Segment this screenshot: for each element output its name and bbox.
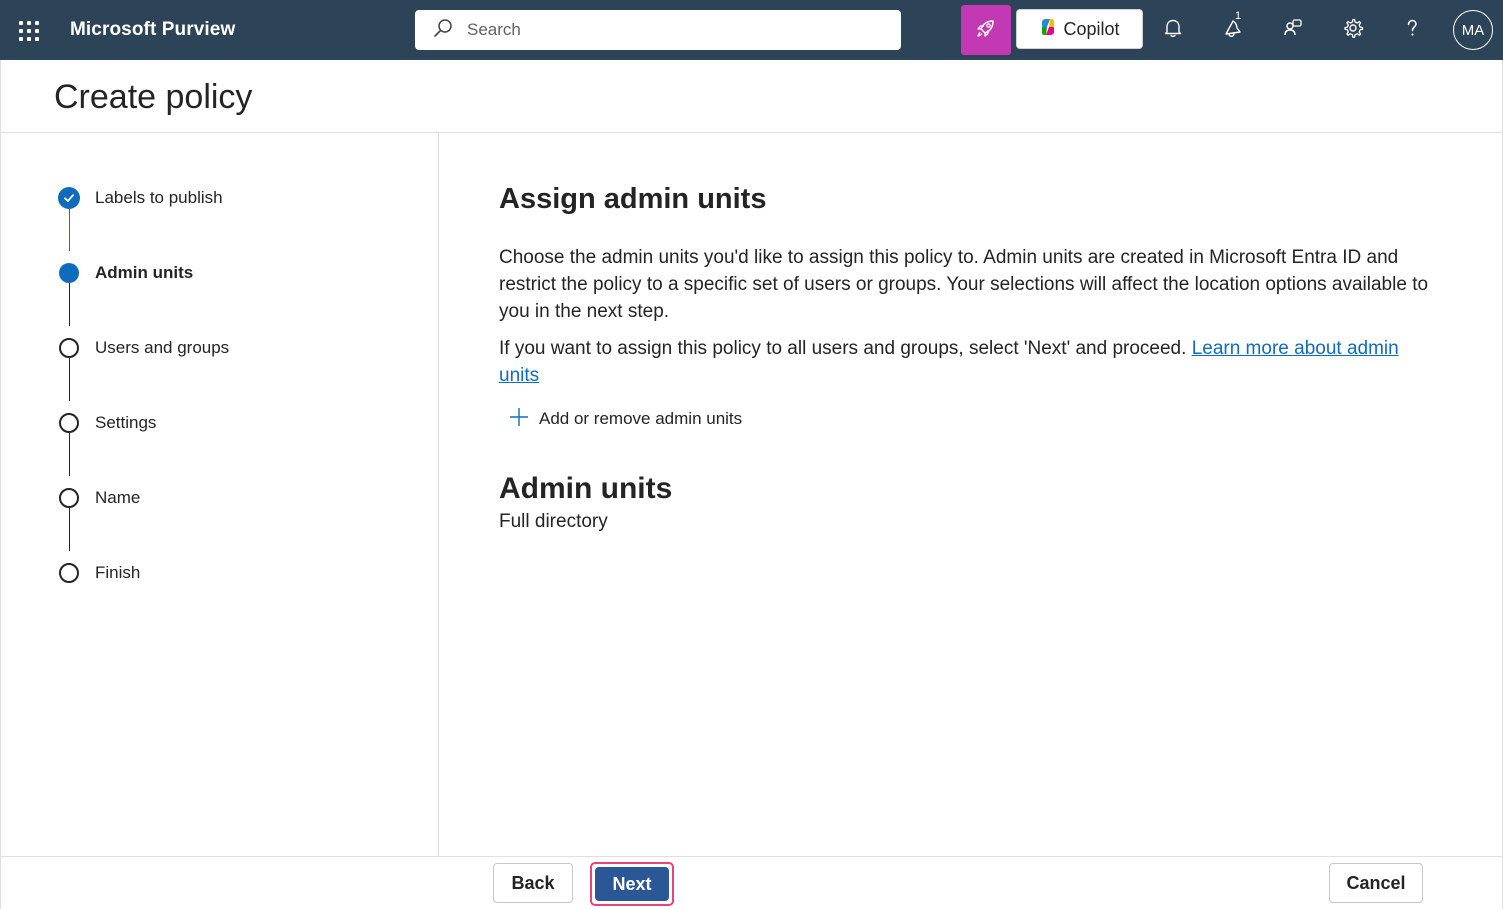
people-icon (1282, 17, 1304, 44)
checkmark-icon (58, 187, 80, 209)
rocket-icon (975, 17, 997, 44)
pending-step-icon (59, 413, 79, 433)
step-label: Admin units (95, 263, 194, 282)
whats-new-badge: 1 (1235, 10, 1242, 22)
admin-units-heading: Admin units (499, 472, 673, 505)
step-connector (68, 433, 70, 476)
rocket-button[interactable] (961, 5, 1011, 55)
pending-step-icon (59, 338, 79, 358)
app-name[interactable]: Microsoft Purview (70, 19, 235, 41)
step-admin-units[interactable]: Admin units (58, 261, 418, 285)
copilot-logo-icon (1039, 18, 1057, 41)
step-name[interactable]: Name (58, 486, 418, 510)
footer-divider (0, 856, 1503, 857)
step-label: Labels to publish (95, 188, 223, 207)
step-label: Users and groups (95, 338, 230, 357)
panel-divider (438, 133, 439, 856)
pending-step-icon (59, 488, 79, 508)
section-note: If you want to assign this policy to all… (499, 335, 1429, 389)
note-text: If you want to assign this policy to all… (499, 338, 1192, 359)
add-remove-admin-units-button[interactable]: Add or remove admin units (509, 405, 742, 433)
top-bar: Microsoft Purview Search Copilot 1 MA (0, 0, 1503, 60)
gear-icon (1342, 17, 1364, 44)
step-connector (68, 358, 70, 401)
step-connector (68, 208, 70, 251)
search-input[interactable] (467, 20, 867, 40)
step-labels-to-publish[interactable]: Labels to publish (58, 186, 418, 210)
back-button[interactable]: Back (493, 863, 573, 903)
step-settings[interactable]: Settings (58, 411, 418, 435)
admin-units-value: Full directory (499, 511, 608, 532)
left-border (0, 60, 1, 909)
add-remove-label: Add or remove admin units (539, 409, 743, 428)
current-step-icon (59, 263, 79, 283)
whats-new-button[interactable]: 1 (1217, 10, 1249, 46)
app-launcher-icon[interactable] (14, 16, 44, 46)
section-heading: Assign admin units (499, 183, 767, 215)
step-connector (68, 508, 70, 551)
community-button[interactable] (1277, 14, 1309, 46)
help-button[interactable] (1396, 14, 1428, 46)
copilot-button[interactable]: Copilot (1016, 9, 1143, 49)
next-button[interactable]: Next (595, 867, 669, 901)
step-finish[interactable]: Finish (58, 561, 418, 585)
copilot-label: Copilot (1063, 18, 1120, 39)
help-icon (1401, 17, 1423, 44)
step-users-and-groups[interactable]: Users and groups (58, 336, 418, 360)
search-icon (433, 18, 453, 43)
section-description: Choose the admin units you'd like to ass… (499, 247, 1429, 322)
step-label: Finish (95, 563, 141, 582)
step-label: Settings (95, 413, 157, 432)
notifications-button[interactable] (1157, 14, 1189, 46)
avatar[interactable]: MA (1453, 10, 1493, 50)
step-label: Name (95, 488, 141, 507)
bell-icon (1162, 17, 1184, 44)
settings-button[interactable] (1337, 14, 1369, 46)
title-divider (0, 132, 1503, 133)
cancel-button[interactable]: Cancel (1329, 863, 1423, 903)
pending-step-icon (59, 563, 79, 583)
plus-icon (509, 407, 529, 432)
page-title: Create policy (54, 78, 253, 116)
search-box[interactable] (415, 10, 901, 50)
step-connector (68, 283, 70, 326)
